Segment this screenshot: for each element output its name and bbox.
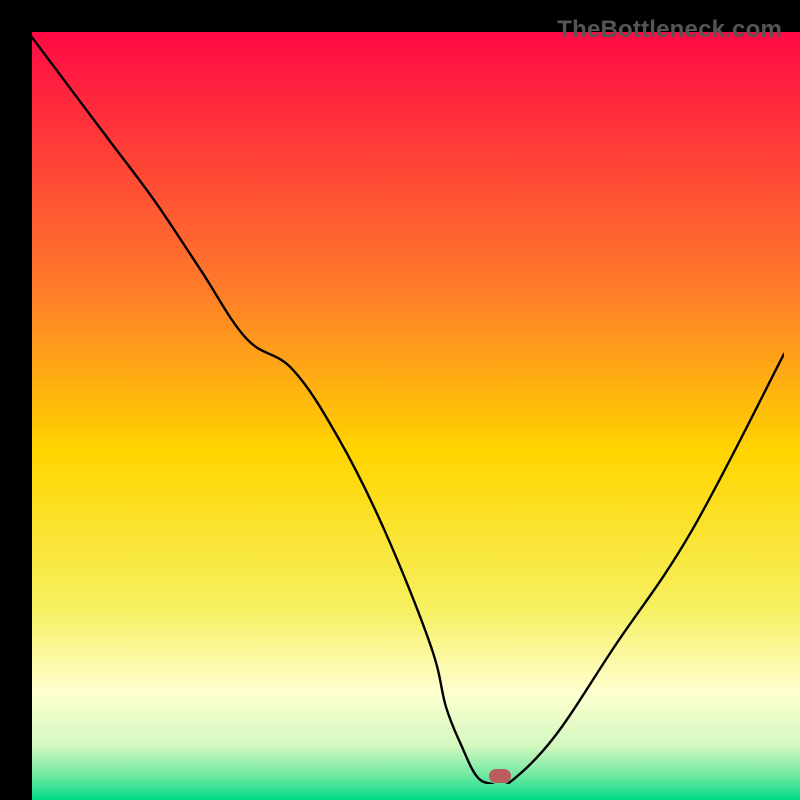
chart-frame: TheBottleneck.com (16, 16, 784, 784)
chart-background (32, 32, 800, 800)
chart-plot (32, 32, 800, 800)
optimum-marker (489, 769, 511, 783)
watermark-text: TheBottleneck.com (557, 16, 782, 44)
